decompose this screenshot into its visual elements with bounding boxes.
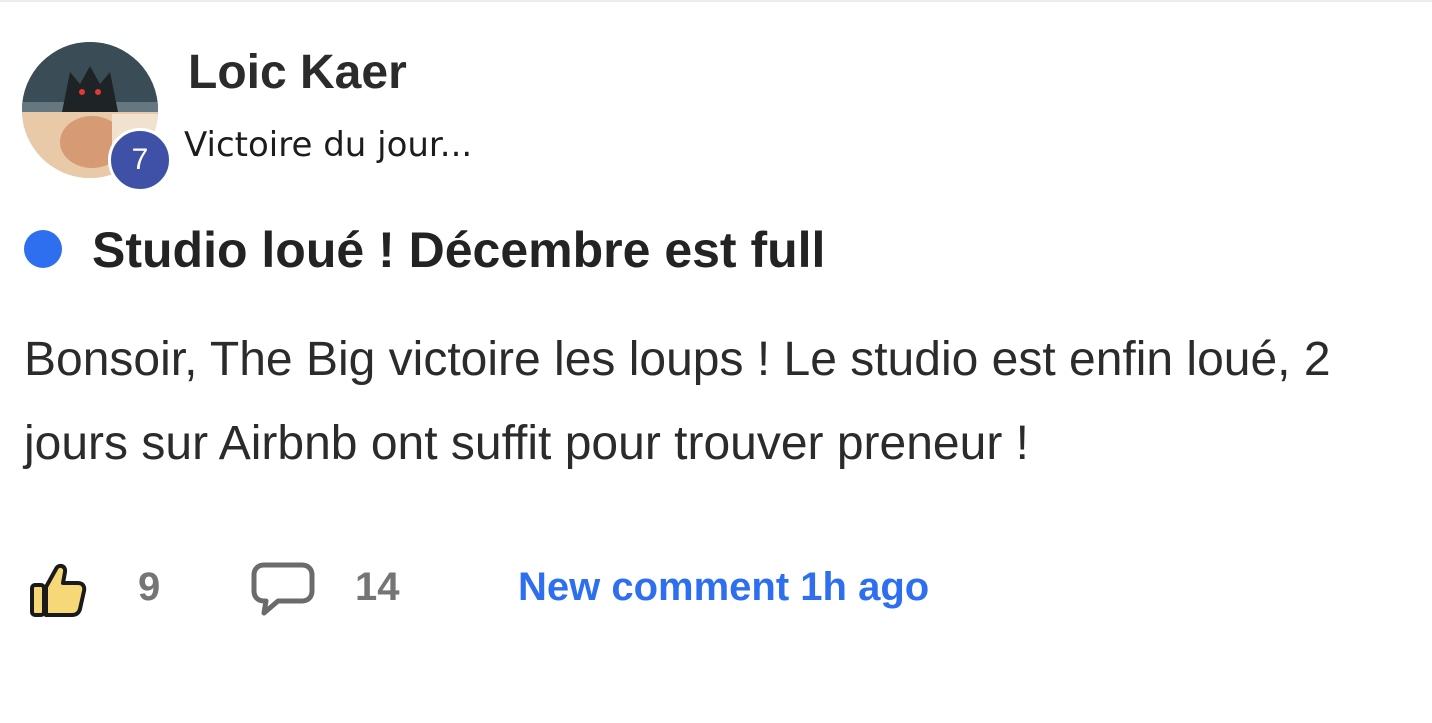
level-badge: 7: [108, 128, 172, 192]
author-name[interactable]: Loic Kaer: [188, 45, 407, 100]
top-divider: [0, 0, 1432, 2]
post-body: Bonsoir, The Big victoire les loups ! Le…: [24, 333, 1331, 470]
comment-count: 14: [355, 565, 400, 609]
thumbs-up-icon[interactable]: [28, 559, 88, 619]
comment-bubble-icon[interactable]: [250, 561, 316, 617]
post-subtitle: Victoire du jour...: [184, 125, 473, 165]
post-title[interactable]: Studio loué ! Décembre est full: [92, 221, 825, 279]
unread-indicator: [24, 230, 62, 268]
post-actions: 9 14 New comment 1h ago: [0, 555, 1432, 625]
like-count: 9: [138, 565, 161, 609]
new-comment-link[interactable]: New comment 1h ago: [518, 565, 929, 610]
